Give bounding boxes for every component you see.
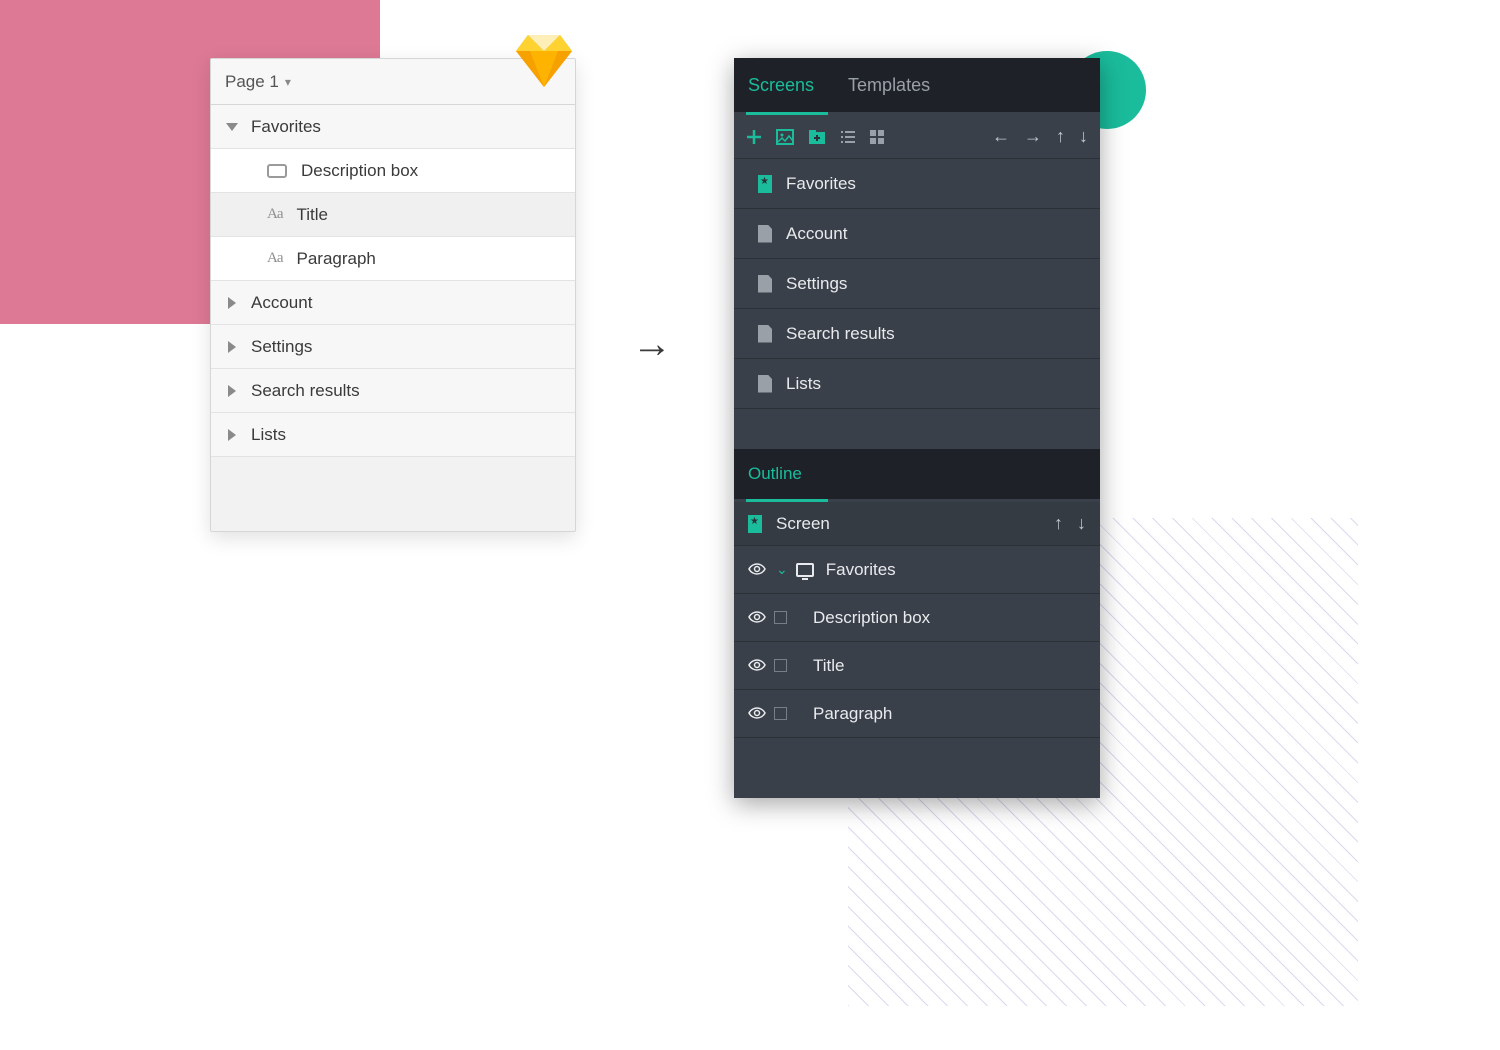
nav-up-icon[interactable]: ↑	[1056, 126, 1065, 147]
screen-item-lists[interactable]: Lists	[734, 359, 1100, 409]
tab-screens[interactable]: Screens	[748, 75, 814, 96]
visibility-icon[interactable]	[748, 608, 768, 628]
layer-label: Description box	[301, 161, 418, 181]
outline-header-label: Screen	[776, 514, 830, 534]
prototype-panel: Screens Templates ← → ↑ ↓ Favorites Acco…	[734, 58, 1100, 798]
move-up-icon[interactable]: ↑	[1054, 513, 1063, 534]
document-icon	[758, 275, 772, 293]
layer-label: Favorites	[251, 117, 321, 137]
image-icon[interactable]	[776, 129, 794, 145]
arrow-right-icon: →	[632, 322, 672, 367]
spacer	[734, 409, 1100, 449]
triangle-down-icon	[225, 120, 239, 134]
empty-space	[211, 457, 575, 531]
outline-item-description-box[interactable]: Description box	[734, 594, 1100, 642]
visibility-icon[interactable]	[748, 704, 768, 724]
layer-label: Account	[251, 293, 312, 313]
page-label: Page 1	[225, 72, 279, 92]
nav-down-icon[interactable]: ↓	[1079, 126, 1088, 147]
nav-forward-icon[interactable]: →	[1024, 126, 1042, 147]
rectangle-icon	[267, 164, 287, 178]
list-icon[interactable]	[840, 130, 856, 144]
triangle-right-icon	[225, 296, 239, 310]
nav-back-icon[interactable]: ←	[992, 126, 1010, 147]
plus-icon[interactable]	[746, 129, 762, 145]
square-icon	[774, 659, 787, 672]
move-down-icon[interactable]: ↓	[1077, 513, 1086, 534]
star-document-icon	[758, 175, 772, 193]
add-folder-icon[interactable]	[808, 129, 826, 145]
layer-label: Title	[297, 205, 329, 225]
sketch-layers-panel: Page 1 ▾ Favorites Description box Aa Ti…	[210, 58, 576, 532]
outline-label: Description box	[799, 608, 930, 628]
document-icon	[758, 325, 772, 343]
square-icon	[774, 611, 787, 624]
outline-item-title[interactable]: Title	[734, 642, 1100, 690]
outline-item-paragraph[interactable]: Paragraph	[734, 690, 1100, 738]
layer-item-description-box[interactable]: Description box	[211, 149, 575, 193]
screen-item-favorites[interactable]: Favorites	[734, 159, 1100, 209]
outline-item-favorites[interactable]: ⌄ Favorites	[734, 546, 1100, 594]
layer-group-search-results[interactable]: Search results	[211, 369, 575, 413]
layer-item-paragraph[interactable]: Aa Paragraph	[211, 237, 575, 281]
screen-label: Account	[786, 224, 847, 244]
screen-item-account[interactable]: Account	[734, 209, 1100, 259]
chevron-down-icon: ▾	[285, 75, 291, 89]
triangle-right-icon	[225, 428, 239, 442]
screen-item-search-results[interactable]: Search results	[734, 309, 1100, 359]
layer-group-favorites[interactable]: Favorites	[211, 105, 575, 149]
sketch-logo-icon	[516, 35, 572, 91]
layer-label: Search results	[251, 381, 360, 401]
grid-icon[interactable]	[870, 130, 884, 144]
layer-label: Paragraph	[297, 249, 376, 269]
outline-label: Title	[799, 656, 845, 676]
square-icon	[774, 707, 787, 720]
visibility-icon[interactable]	[748, 560, 768, 580]
layer-group-account[interactable]: Account	[211, 281, 575, 325]
layer-label: Settings	[251, 337, 312, 357]
triangle-right-icon	[225, 340, 239, 354]
star-document-icon	[748, 515, 762, 533]
layer-label: Lists	[251, 425, 286, 445]
screen-label: Search results	[786, 324, 895, 344]
spacer	[734, 738, 1100, 798]
screen-label: Lists	[786, 374, 821, 394]
document-icon	[758, 225, 772, 243]
text-icon: Aa	[267, 206, 283, 223]
document-icon	[758, 375, 772, 393]
layer-group-lists[interactable]: Lists	[211, 413, 575, 457]
outline-label: Paragraph	[799, 704, 892, 724]
text-icon: Aa	[267, 250, 283, 267]
outline-label: Outline	[748, 464, 802, 484]
triangle-right-icon	[225, 384, 239, 398]
chevron-down-icon[interactable]: ⌄	[776, 561, 788, 578]
screen-item-settings[interactable]: Settings	[734, 259, 1100, 309]
monitor-icon	[796, 563, 814, 577]
outline-section-header: Outline	[734, 449, 1100, 499]
outline-screen-header[interactable]: Screen ↑ ↓	[734, 502, 1100, 546]
layer-group-settings[interactable]: Settings	[211, 325, 575, 369]
screen-label: Favorites	[786, 174, 856, 194]
layer-item-title[interactable]: Aa Title	[211, 193, 575, 237]
visibility-icon[interactable]	[748, 656, 768, 676]
screen-label: Settings	[786, 274, 847, 294]
screens-toolbar: ← → ↑ ↓	[734, 115, 1100, 159]
outline-label: Favorites	[826, 560, 896, 580]
panel-tabs: Screens Templates	[734, 58, 1100, 112]
tab-templates[interactable]: Templates	[848, 75, 930, 96]
